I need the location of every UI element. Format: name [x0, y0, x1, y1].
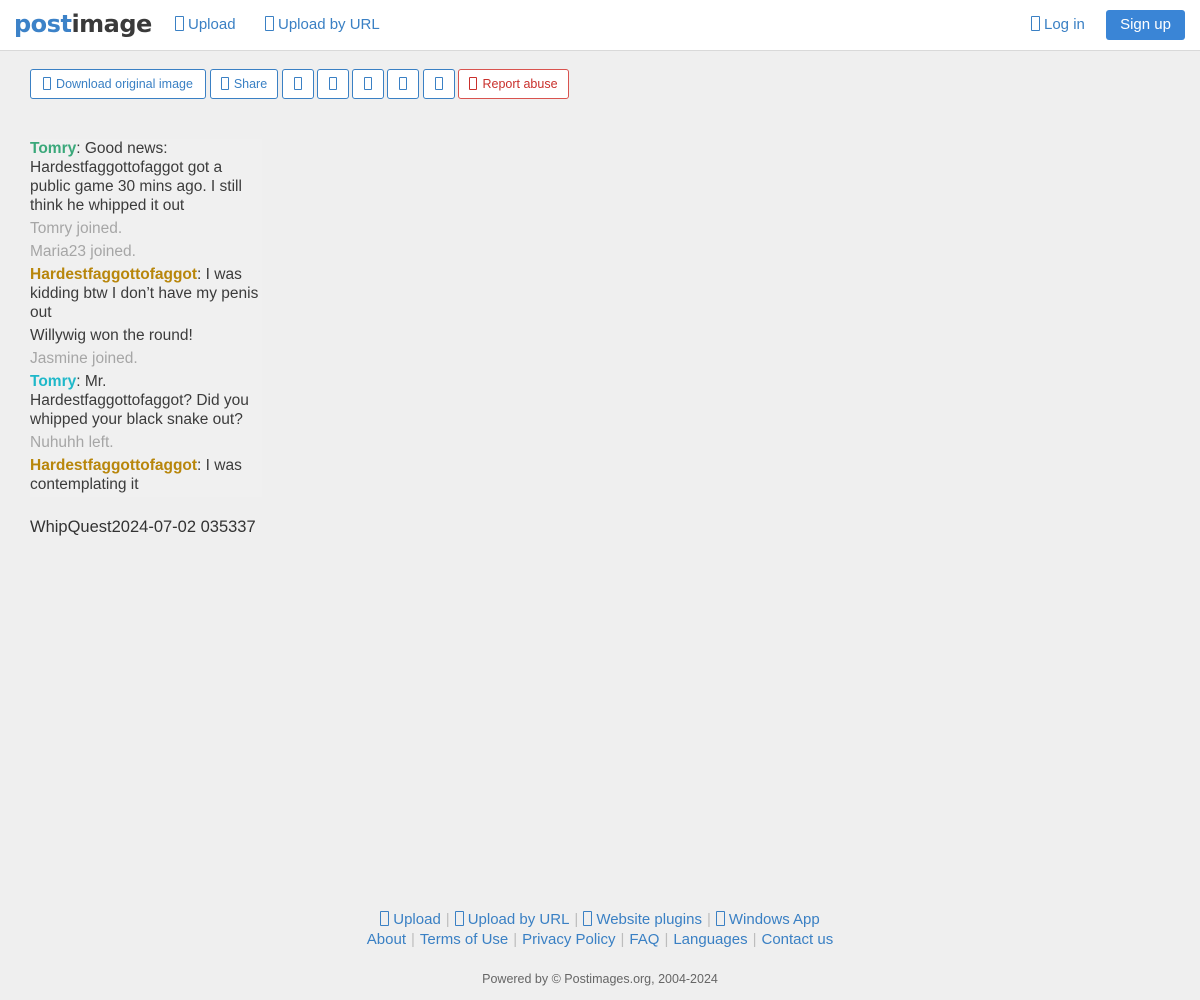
facebook-icon [294, 77, 302, 90]
chat-system-message: Tomry joined. [30, 220, 123, 237]
image-title: WhipQuest2024-07-02 035337 [30, 518, 256, 536]
link-icon [454, 911, 464, 926]
displayed-image[interactable]: Tomry: Good news: Hardestfaggottofaggot … [30, 139, 262, 497]
pinterest-icon [364, 77, 372, 90]
footer-upload-label: Upload [393, 911, 441, 928]
separator: | [410, 931, 415, 948]
login-icon [1031, 16, 1040, 31]
nav-login-link[interactable]: Log in [1031, 15, 1085, 35]
upload-icon [175, 16, 184, 31]
chat-round-message: Willywig won the round! [30, 327, 193, 344]
top-navbar: postimage Upload Upload by URL Log in Si… [0, 0, 1200, 51]
footer-primary-links: Upload | Upload by URL | Website plugins | Win… [0, 910, 1200, 930]
logo-text-image: image [71, 10, 152, 38]
chat-username: Hardestfaggottofaggot [30, 266, 198, 283]
plugin-icon [583, 911, 593, 926]
powered-by-text: Powered by © Postimages.org, 2004-2024 [482, 972, 718, 986]
logo-text-post: post [14, 10, 72, 38]
footer-windows-app-label: Windows App [728, 911, 820, 928]
chat-username: Tomry [30, 140, 77, 157]
separator: | [706, 911, 711, 928]
chat-system-message: Jasmine joined. [30, 350, 138, 367]
footer-website-plugins-link[interactable]: Website plugins [583, 911, 702, 928]
footer-terms-link[interactable]: Terms of Use [420, 931, 508, 948]
footer-languages-link[interactable]: Languages [673, 931, 747, 948]
separator: | [445, 911, 450, 928]
share-vk-button[interactable] [423, 69, 455, 99]
separator: | [574, 911, 579, 928]
share-button[interactable]: Share [210, 69, 278, 99]
chat-message: Tomry: Good news: Hardestfaggottofaggot … [30, 139, 262, 215]
upload-icon [380, 911, 390, 926]
chat-username: Tomry [30, 373, 77, 390]
report-abuse-button[interactable]: Report abuse [458, 69, 569, 99]
footer-upload-by-url-link[interactable]: Upload by URL [454, 911, 570, 928]
download-icon [43, 77, 52, 90]
nav-upload-label: Upload [188, 16, 236, 33]
nav-upload-link[interactable]: Upload [175, 15, 236, 35]
separator: | [664, 931, 669, 948]
footer-secondary-links: About | Terms of Use | Privacy Policy | FAQ | La… [0, 930, 1200, 950]
chat-system-message: Nuhuhh left. [30, 434, 114, 451]
nav-upload-by-url-label: Upload by URL [278, 16, 380, 33]
footer-windows-app-link[interactable]: Windows App [715, 911, 820, 928]
share-reddit-button[interactable] [387, 69, 419, 99]
vk-icon [435, 77, 443, 90]
footer-faq-link[interactable]: FAQ [629, 931, 659, 948]
download-original-button[interactable]: Download original image [30, 69, 206, 99]
link-icon [265, 16, 274, 31]
share-twitter-button[interactable] [317, 69, 349, 99]
signup-button[interactable]: Sign up [1106, 10, 1185, 40]
chat-system-message: Maria23 joined. [30, 243, 136, 260]
footer-privacy-link[interactable]: Privacy Policy [522, 931, 615, 948]
download-label: Download original image [56, 77, 193, 91]
share-label: Share [233, 77, 268, 91]
share-pinterest-button[interactable] [352, 69, 384, 99]
twitter-icon [329, 77, 337, 90]
windows-icon [715, 911, 725, 926]
share-facebook-button[interactable] [282, 69, 314, 99]
report-abuse-label: Report abuse [482, 77, 558, 91]
separator: | [752, 931, 757, 948]
share-icon [220, 77, 229, 90]
separator: | [513, 931, 518, 948]
chat-message: Hardestfaggottofaggot: I was contemplati… [30, 456, 262, 494]
separator: | [620, 931, 625, 948]
postimage-logo[interactable]: postimage [14, 9, 152, 39]
nav-upload-by-url-link[interactable]: Upload by URL [265, 15, 380, 35]
footer-about-link[interactable]: About [367, 931, 406, 948]
footer-upload-link[interactable]: Upload [380, 911, 441, 928]
chat-username: Hardestfaggottofaggot [30, 457, 198, 474]
nav-login-label: Log in [1044, 16, 1085, 33]
footer-website-plugins-label: Website plugins [596, 911, 702, 928]
reddit-icon [399, 77, 407, 90]
chat-message: Hardestfaggottofaggot: I was kidding btw… [30, 265, 262, 322]
footer-upload-by-url-label: Upload by URL [467, 911, 570, 928]
chat-message: Tomry: Mr. Hardestfaggottofaggot? Did yo… [30, 372, 262, 429]
footer-contact-link[interactable]: Contact us [762, 931, 834, 948]
flag-icon [469, 77, 478, 90]
